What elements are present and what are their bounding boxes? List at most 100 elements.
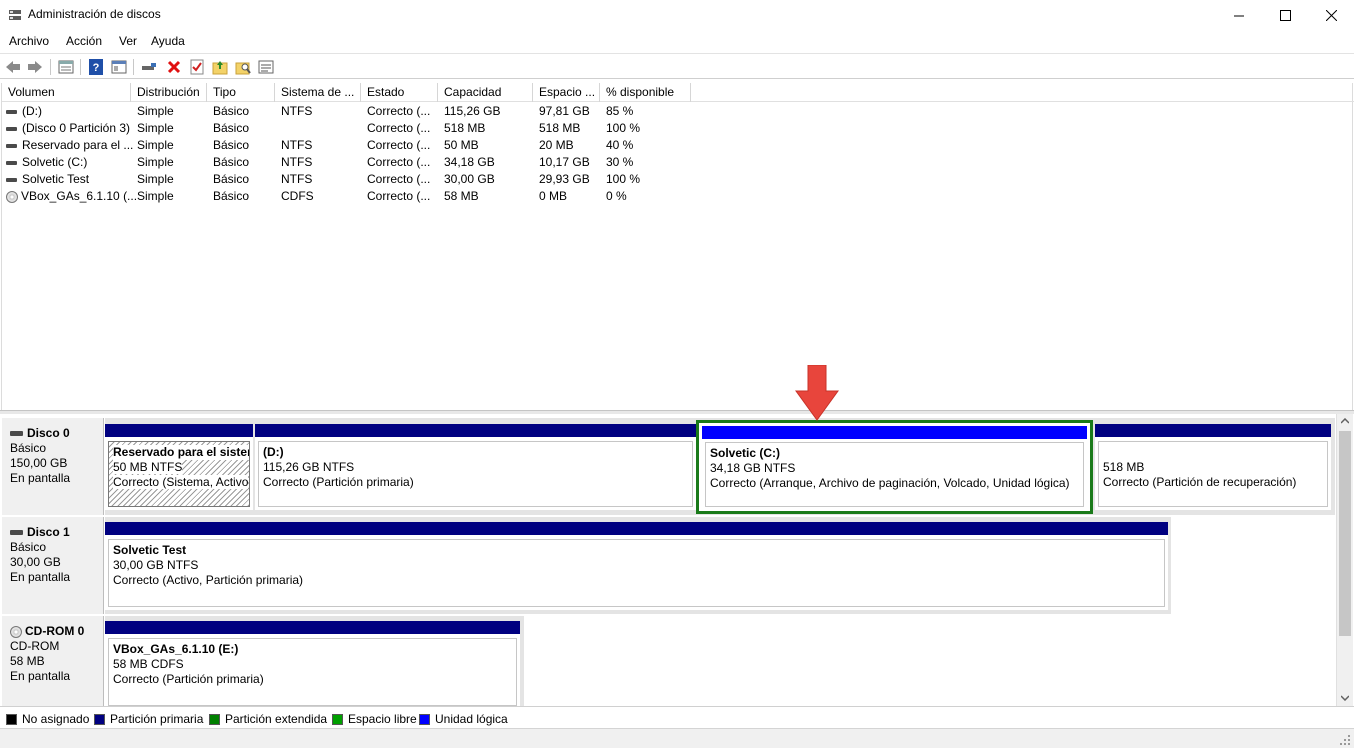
- minimize-button[interactable]: [1216, 0, 1262, 30]
- menu-ayuda[interactable]: Ayuda: [151, 34, 185, 48]
- partition-recovery[interactable]: 518 MB Correcto (Partición de recuperaci…: [1095, 424, 1331, 510]
- primary-partition-bar: [1095, 424, 1331, 437]
- cell-text: Correcto (...: [367, 121, 431, 135]
- connect-button[interactable]: [140, 58, 158, 76]
- view-icon: [111, 60, 127, 74]
- column-volumen[interactable]: Volumen: [2, 83, 131, 102]
- volume-row[interactable]: Solvetic Test Simple Básico NTFS Correcto (.…: [2, 171, 1354, 188]
- volume-row[interactable]: (D:) Simple Básico NTFS Correcto (... 115,26 …: [2, 103, 1354, 120]
- volume-cell-fs: NTFS: [281, 103, 312, 120]
- primary-partition-bar: [105, 522, 1168, 535]
- partition-reserved[interactable]: Reservado para el sisten 50 MB NTFS Corr…: [105, 424, 253, 510]
- cell-text: NTFS: [281, 138, 313, 152]
- disk-size: 150,00 GB: [10, 456, 68, 470]
- folder-up-button[interactable]: [211, 58, 229, 76]
- partition-d[interactable]: (D:) 115,26 GB NTFS Correcto (Partición …: [255, 424, 696, 510]
- menu-accion[interactable]: Acción: [66, 34, 102, 48]
- volume-cell-capacity: 30,00 GB: [444, 171, 495, 188]
- cell-text: 58 MB: [444, 189, 479, 203]
- legend-swatch: [94, 713, 105, 725]
- disk-0-label[interactable]: Disco 0 Básico 150,00 GB En pantalla: [2, 418, 104, 515]
- volume-cell-pct: 85 %: [606, 103, 633, 120]
- toolbar-separator: [50, 59, 51, 75]
- help-button[interactable]: ?: [87, 58, 105, 76]
- partition-status: Correcto (Partición primaria): [113, 672, 264, 686]
- column-sistema[interactable]: Sistema de ...: [275, 83, 361, 102]
- partition-status: Correcto (Sistema, Activo: [113, 475, 249, 489]
- disk-1-label[interactable]: Disco 1 Básico 30,00 GB En pantalla: [2, 517, 104, 614]
- maximize-button[interactable]: [1262, 0, 1308, 30]
- close-button[interactable]: [1308, 0, 1354, 30]
- vertical-scrollbar[interactable]: [1336, 414, 1353, 706]
- column-espacio[interactable]: Espacio ...: [533, 83, 600, 102]
- column-estado[interactable]: Estado: [361, 83, 438, 102]
- legend-primary: Partición primaria: [94, 712, 203, 726]
- resize-grip-icon[interactable]: [1339, 734, 1351, 746]
- legend: No asignado Partición primaria Partición…: [0, 706, 1354, 728]
- back-button[interactable]: [4, 58, 22, 76]
- partition-body: (D:) 115,26 GB NTFS Correcto (Partición …: [258, 441, 693, 507]
- disk-size: 30,00 GB: [10, 555, 61, 569]
- scrollbar-thumb[interactable]: [1339, 431, 1351, 636]
- volume-cell-free: 29,93 GB: [539, 171, 590, 188]
- cell-text: 115,26 GB: [444, 104, 501, 118]
- legend-swatch: [419, 713, 430, 725]
- forward-button[interactable]: [26, 58, 44, 76]
- legend-label: Unidad lógica: [435, 712, 508, 726]
- cell-text: Simple: [137, 155, 174, 169]
- search-folder-button[interactable]: [234, 58, 252, 76]
- volume-icon: [6, 143, 17, 148]
- volume-cell-capacity: 58 MB: [444, 188, 479, 205]
- volume-row[interactable]: Reservado para el ... Simple Básico NTFS Cor…: [2, 137, 1354, 154]
- list-button[interactable]: [257, 58, 275, 76]
- volume-cell-status: Correcto (...: [367, 171, 430, 188]
- properties-button[interactable]: [57, 58, 75, 76]
- legend-label: Partición extendida: [225, 712, 328, 726]
- connect-icon: [142, 63, 156, 70]
- search-folder-icon: [235, 62, 251, 75]
- partition-solvetic-test[interactable]: Solvetic Test 30,00 GB NTFS Correcto (Ac…: [105, 522, 1168, 610]
- check-button[interactable]: [188, 58, 206, 76]
- cell-text: 20 MB: [539, 138, 574, 152]
- partition-body: Solvetic (C:) 34,18 GB NTFS Correcto (Ar…: [705, 442, 1084, 507]
- volume-icon: [6, 160, 17, 165]
- volume-row[interactable]: VBox_GAs_6.1.10 (... Simple Básico CDFS Corr…: [2, 188, 1354, 205]
- volume-icon: [6, 126, 17, 131]
- volume-cell-layout: Simple: [137, 171, 174, 188]
- cell-text: 29,93 GB: [539, 172, 590, 186]
- toolbar-separator: [80, 59, 81, 75]
- svg-text:?: ?: [93, 62, 100, 74]
- partition-vbox[interactable]: VBox_GAs_6.1.10 (E:) 58 MB CDFS Correcto…: [105, 621, 520, 706]
- scroll-up-icon[interactable]: [1341, 418, 1349, 424]
- volume-cell-layout: Simple: [137, 137, 174, 154]
- column-distribucion[interactable]: Distribución: [131, 83, 207, 102]
- list-icon: [258, 60, 274, 74]
- minimize-icon: [1233, 15, 1244, 16]
- delete-button[interactable]: [165, 58, 183, 76]
- column-tipo[interactable]: Tipo: [207, 83, 275, 102]
- volume-cell-free: 10,17 GB: [539, 154, 590, 171]
- partition-body: 518 MB Correcto (Partición de recuperaci…: [1098, 441, 1328, 507]
- logical-drive-bar: [702, 426, 1087, 439]
- cell-text: Básico: [213, 155, 250, 169]
- column-capacidad[interactable]: Capacidad: [438, 83, 533, 102]
- view-button[interactable]: [110, 58, 128, 76]
- menu-archivo[interactable]: Archivo: [9, 34, 49, 48]
- cell-text: 34,18 GB: [444, 155, 495, 169]
- menu-ver[interactable]: Ver: [119, 34, 137, 48]
- disk-state: En pantalla: [10, 471, 71, 485]
- volume-row[interactable]: Solvetic (C:) Simple Básico NTFS Correcto (.…: [2, 154, 1354, 171]
- cdrom-0-label[interactable]: CD-ROM 0 CD-ROM 58 MB En pantalla: [2, 616, 104, 706]
- primary-partition-bar: [105, 424, 253, 437]
- cell-text: VBox_GAs_6.1.10 (...: [21, 189, 138, 203]
- cell-text: NTFS: [281, 155, 313, 169]
- scroll-down-icon[interactable]: [1341, 695, 1349, 701]
- cell-text: 30,00 GB: [444, 172, 495, 186]
- column-porcentaje[interactable]: % disponible: [600, 83, 691, 102]
- volume-row[interactable]: (Disco 0 Partición 3) Simple Básico Correct…: [2, 120, 1354, 137]
- check-icon: [190, 59, 204, 75]
- maximize-icon: [1279, 9, 1291, 21]
- volume-cell-free: 0 MB: [539, 188, 567, 205]
- partition-name: Solvetic (C:): [710, 446, 781, 460]
- partition-c-selected[interactable]: Solvetic (C:) 34,18 GB NTFS Correcto (Ar…: [696, 420, 1093, 514]
